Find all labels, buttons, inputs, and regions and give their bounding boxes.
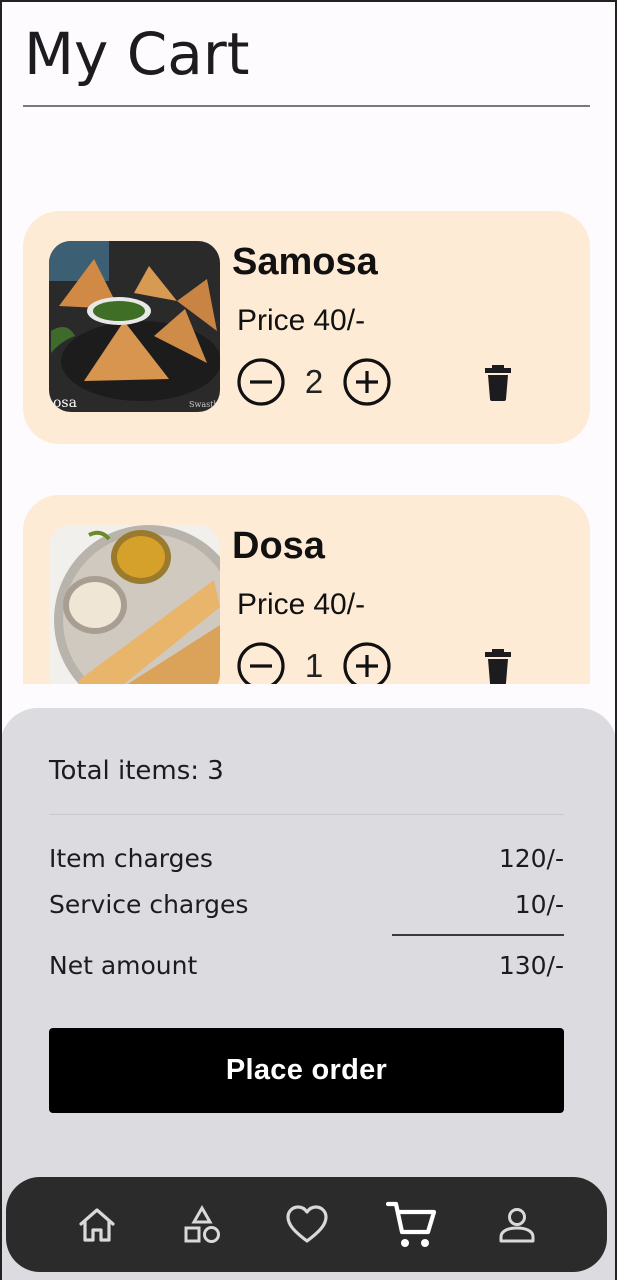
bottom-navigation bbox=[6, 1177, 607, 1272]
profile-icon bbox=[499, 1207, 534, 1242]
item-name: Samosa bbox=[232, 241, 378, 283]
minus-circle-icon bbox=[237, 358, 285, 406]
trash-icon bbox=[485, 365, 511, 401]
quantity-stepper: 1 bbox=[236, 641, 392, 684]
price-label: Price bbox=[237, 588, 306, 621]
trash-icon bbox=[485, 649, 511, 684]
summary-divider bbox=[49, 814, 564, 815]
increase-quantity-button[interactable] bbox=[342, 357, 392, 407]
quantity-stepper: 2 bbox=[236, 357, 392, 407]
samosa-image: osa Swasth bbox=[49, 241, 220, 412]
cart-item-card: osa Swasth Samosa Price 40/- 2 bbox=[23, 211, 590, 444]
dosa-image bbox=[49, 525, 220, 684]
quantity-value: 2 bbox=[304, 363, 324, 400]
net-amount-label: Net amount bbox=[49, 951, 198, 980]
nav-home[interactable] bbox=[67, 1195, 127, 1255]
item-charges-value: 120/- bbox=[498, 844, 564, 873]
price-value: 40/- bbox=[313, 304, 366, 337]
nav-favorites[interactable] bbox=[277, 1195, 337, 1255]
cart-list[interactable]: osa Swasth Samosa Price 40/- 2 Dosa Pric… bbox=[0, 160, 617, 684]
minus-circle-icon bbox=[237, 642, 285, 684]
nav-cart[interactable] bbox=[382, 1195, 442, 1255]
increase-quantity-button[interactable] bbox=[342, 641, 392, 684]
categories-icon bbox=[184, 1204, 220, 1243]
net-amount-value: 130/- bbox=[498, 951, 564, 980]
place-order-button[interactable]: Place order bbox=[49, 1028, 564, 1113]
item-charges-label: Item charges bbox=[49, 844, 213, 873]
service-charges-value: 10/- bbox=[514, 890, 564, 919]
cart-icon bbox=[385, 1201, 436, 1247]
cart-item-card: Dosa Price 40/- 1 bbox=[23, 495, 590, 684]
nav-categories[interactable] bbox=[172, 1195, 232, 1255]
delete-item-button[interactable] bbox=[482, 363, 514, 403]
page-title: My Cart bbox=[24, 20, 250, 88]
image-watermark: Swasth bbox=[189, 400, 219, 409]
nav-profile[interactable] bbox=[487, 1195, 547, 1255]
item-name: Dosa bbox=[232, 525, 325, 567]
heart-icon bbox=[285, 1204, 328, 1243]
price-value: 40/- bbox=[313, 588, 366, 621]
total-underline bbox=[392, 934, 564, 936]
price-label: Price bbox=[237, 304, 306, 337]
plus-circle-icon bbox=[343, 358, 391, 406]
delete-item-button[interactable] bbox=[482, 647, 514, 684]
decrease-quantity-button[interactable] bbox=[236, 641, 286, 684]
item-price: Price 40/- bbox=[237, 588, 365, 622]
header-divider bbox=[23, 105, 590, 107]
plus-circle-icon bbox=[343, 642, 391, 684]
decrease-quantity-button[interactable] bbox=[236, 357, 286, 407]
image-caption: osa bbox=[53, 395, 77, 411]
quantity-value: 1 bbox=[304, 647, 324, 684]
home-icon bbox=[78, 1207, 115, 1242]
item-price: Price 40/- bbox=[237, 304, 365, 338]
total-items-label: Total items: 3 bbox=[49, 756, 224, 786]
page-header: My Cart bbox=[24, 18, 590, 90]
service-charges-label: Service charges bbox=[49, 890, 249, 919]
